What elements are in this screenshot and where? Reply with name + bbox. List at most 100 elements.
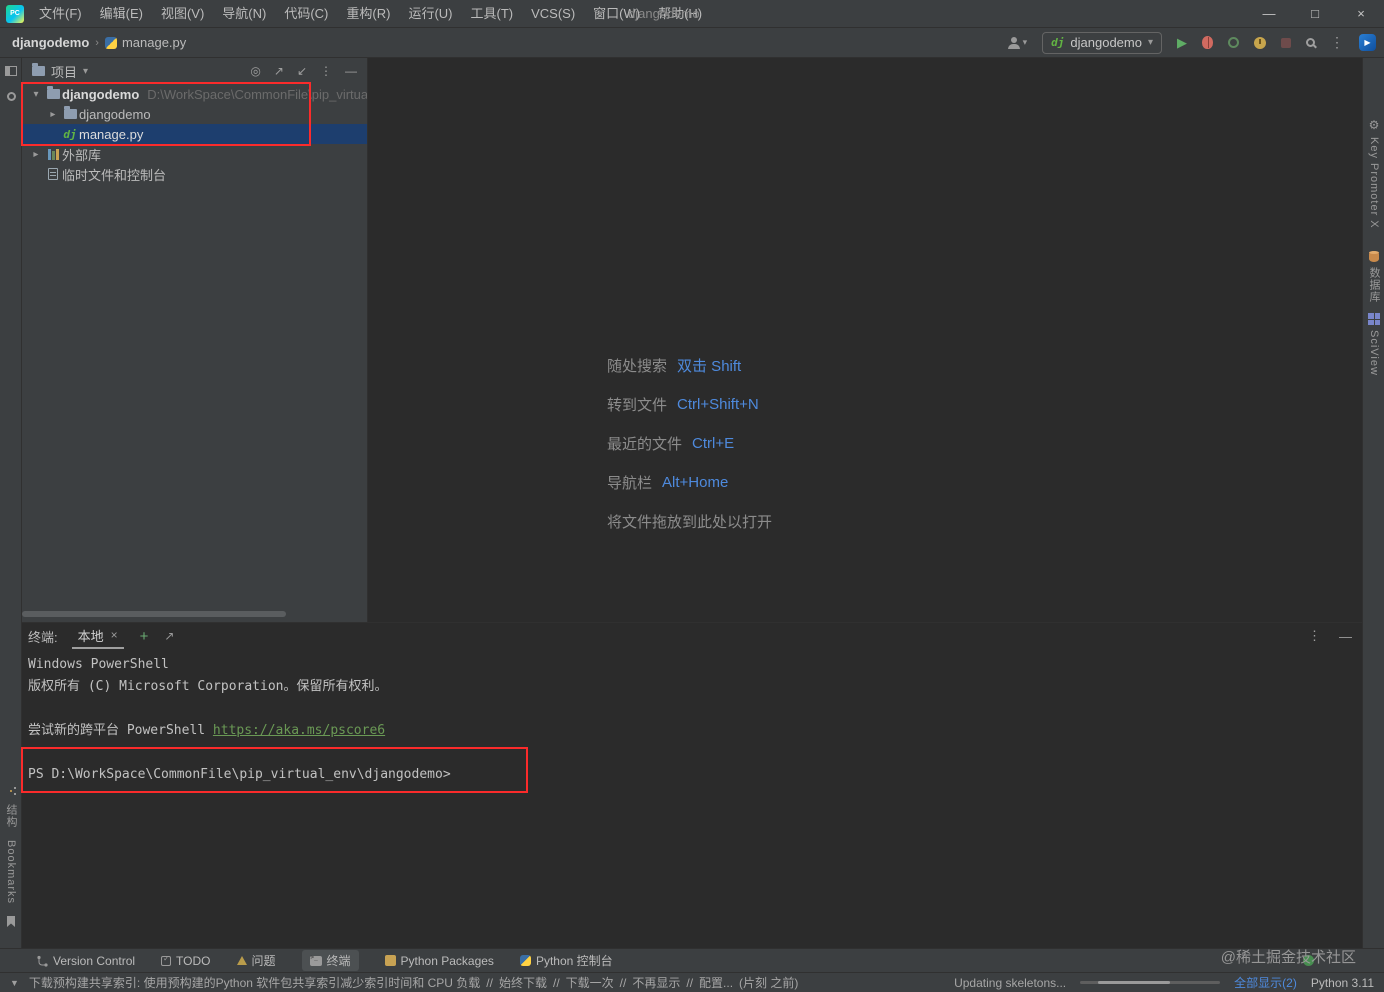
menu-view[interactable]: 视图(V) — [152, 0, 213, 27]
chevron-right-icon[interactable]: ▾ — [31, 146, 42, 162]
tree-row-subfolder[interactable]: ▾ djangodemo — [22, 104, 367, 124]
menu-refactor[interactable]: 重构(R) — [337, 0, 399, 27]
run-config-name: djangodemo — [1070, 35, 1142, 50]
action-dont-show[interactable]: 不再显示 — [632, 974, 680, 991]
status-bar-right: Updating skeletons... 全部显示(2) Python 3.1… — [954, 974, 1374, 991]
menu-run[interactable]: 运行(U) — [399, 0, 461, 27]
tree-row-scratches[interactable]: 临时文件和控制台 — [22, 164, 367, 184]
run-button[interactable]: ▶ — [1177, 35, 1187, 51]
project-root-path: D:\WorkSpace\CommonFile\pip_virtual_env — [147, 86, 367, 102]
menu-file[interactable]: 文件(F) — [30, 0, 91, 27]
breadcrumb-project[interactable]: djangodemo — [12, 35, 89, 50]
terminal-prompt[interactable]: PS D:\WorkSpace\CommonFile\pip_virtual_e… — [28, 764, 1362, 786]
menu-navigate[interactable]: 导航(N) — [213, 0, 275, 27]
profiler-button[interactable] — [1254, 36, 1266, 49]
pycharm-logo-icon[interactable]: PC — [6, 4, 24, 23]
hint-navigation-bar: 导航栏 Alt+Home — [607, 463, 772, 502]
toolwindow-todo[interactable]: TODO — [161, 953, 211, 968]
toolwindow-database[interactable]: 数据库 — [1363, 251, 1384, 303]
tree-row-project-root[interactable]: ▾ djangodemo D:\WorkSpace\CommonFile\pip… — [22, 84, 367, 104]
minimize-button[interactable]: — — [1246, 0, 1292, 28]
window-controls: — □ × — [1246, 0, 1384, 28]
hide-panel-icon[interactable]: — — [1339, 629, 1352, 644]
structure-icon — [10, 790, 12, 792]
toolwindow-python-packages[interactable]: Python Packages — [384, 954, 494, 968]
tree-label: djangodemo — [79, 106, 151, 122]
python-interpreter[interactable]: Python 3.11 — [1311, 976, 1374, 990]
toolwindow-python-console[interactable]: Python 控制台 — [519, 952, 613, 969]
terminal-output[interactable]: Windows PowerShell 版权所有 (C) Microsoft Co… — [22, 649, 1362, 786]
django-file-icon: dj — [63, 127, 77, 141]
hint-label: 随处搜索 — [607, 358, 668, 375]
folder-icon — [46, 86, 60, 99]
hint-shortcut: Ctrl+Shift+N — [677, 396, 759, 413]
separator: // — [619, 975, 627, 990]
title-bar: PC 文件(F) 编辑(E) 视图(V) 导航(N) 代码(C) 重构(R) 运… — [0, 0, 1384, 28]
hint-label: 导航栏 — [607, 475, 653, 492]
chevron-right-icon[interactable]: ▾ — [48, 106, 59, 122]
toolwindow-problems[interactable]: 问题 — [236, 952, 276, 969]
debug-button[interactable] — [1202, 36, 1213, 49]
status-bar: ▼ 下载预构建共享索引: 使用预构建的Python 软件包共享索引减少索引时间和… — [0, 972, 1384, 992]
project-toolwindow-icon[interactable] — [5, 66, 17, 76]
more-icon[interactable]: ⋮ — [1308, 628, 1321, 644]
show-all-link[interactable]: 全部显示(2) — [1234, 974, 1297, 991]
hide-panel-icon[interactable]: — — [345, 64, 357, 78]
hint-shortcut: 双击 Shift — [677, 358, 742, 375]
menu-code[interactable]: 代码(C) — [275, 0, 337, 27]
toolwindow-bookmarks[interactable]: Bookmarks — [5, 840, 17, 904]
toolwindow-terminal[interactable]: 终端 — [301, 950, 359, 971]
left-strip-top — [0, 66, 22, 101]
new-terminal-icon[interactable]: + — [140, 628, 149, 645]
expand-icon[interactable]: ↗ — [164, 629, 174, 643]
toolwindow-key-promoter[interactable]: ⚙ Key Promoter X — [1363, 118, 1384, 229]
tree-row-manage-py[interactable]: dj manage.py — [22, 124, 367, 144]
terminal-tab-local[interactable]: 本地 × — [71, 623, 124, 649]
code-with-me-button[interactable]: ▾ — [1007, 36, 1027, 49]
terminal-line: 版权所有 (C) Microsoft Corporation。保留所有权利。 — [28, 679, 388, 694]
menu-tools[interactable]: 工具(T) — [461, 0, 522, 27]
maximize-button[interactable]: □ — [1292, 0, 1338, 28]
run-config-select[interactable]: dj djangodemo ▾ — [1042, 31, 1162, 54]
action-download-once[interactable]: 下载一次 — [566, 974, 614, 991]
play-glyph: ▶ — [1364, 38, 1371, 47]
close-icon[interactable]: × — [111, 628, 118, 642]
expand-all-icon[interactable]: ↗ — [274, 64, 284, 78]
menu-vcs[interactable]: VCS(S) — [522, 0, 584, 27]
plugin-icon[interactable]: ▶ — [1359, 34, 1376, 51]
chevron-down-icon[interactable]: ▾ — [28, 89, 44, 100]
action-configure[interactable]: 配置... — [699, 974, 733, 991]
toolwindow-version-control[interactable]: Version Control — [36, 954, 135, 968]
horizontal-scrollbar[interactable] — [22, 611, 286, 617]
action-always-download[interactable]: 始终下载 — [499, 974, 547, 991]
editor-area[interactable]: 随处搜索 双击 Shift 转到文件 Ctrl+Shift+N 最近的文件 Ct… — [368, 58, 1362, 622]
more-icon[interactable]: ⋮ — [1330, 34, 1344, 51]
tree-row-external-libraries[interactable]: ▾ 外部库 — [22, 144, 367, 164]
close-button[interactable]: × — [1338, 0, 1384, 28]
shortcut-hints: 随处搜索 双击 Shift 转到文件 Ctrl+Shift+N 最近的文件 Ct… — [607, 346, 772, 541]
menu-bar: 文件(F) 编辑(E) 视图(V) 导航(N) 代码(C) 重构(R) 运行(U… — [30, 0, 711, 27]
coverage-button[interactable] — [1228, 37, 1239, 48]
hint-recent-files: 最近的文件 Ctrl+E — [607, 424, 772, 463]
pscore6-link[interactable]: https://aka.ms/pscore6 — [213, 723, 385, 738]
stop-button — [1281, 37, 1291, 48]
terminal-icon — [309, 954, 322, 966]
right-tool-strip: ⚙ Key Promoter X 数据库 SciView — [1362, 58, 1384, 948]
panel-title[interactable]: 项目 — [51, 62, 77, 81]
toolwindow-structure[interactable]: 结构 — [3, 804, 19, 828]
center-column: 项目 ▾ ◎ ↗ ↙ ⋮ — ▾ djangodemo D:\WorkSpace… — [22, 58, 1362, 948]
breadcrumb-file[interactable]: manage.py — [122, 35, 186, 50]
more-icon[interactable]: ⋮ — [320, 64, 332, 78]
pycharm-logo-text: PC — [10, 10, 20, 17]
toolwindow-sciview[interactable]: SciView — [1363, 313, 1384, 376]
menu-edit[interactable]: 编辑(E) — [91, 0, 152, 27]
hint-label: 最近的文件 — [607, 436, 683, 453]
toolwindow-label: TODO — [176, 953, 211, 968]
left-tool-strip: 结构 Bookmarks — [0, 58, 22, 948]
collapse-all-icon[interactable]: ↙ — [297, 64, 307, 78]
commit-toolwindow-icon[interactable] — [6, 92, 16, 101]
chevron-down-icon[interactable]: ▾ — [83, 66, 88, 77]
search-icon[interactable] — [1306, 38, 1315, 47]
main-toolbar: djangodemo › manage.py ▾ dj djangodemo ▾… — [0, 28, 1384, 58]
locate-file-icon[interactable]: ◎ — [250, 64, 260, 78]
